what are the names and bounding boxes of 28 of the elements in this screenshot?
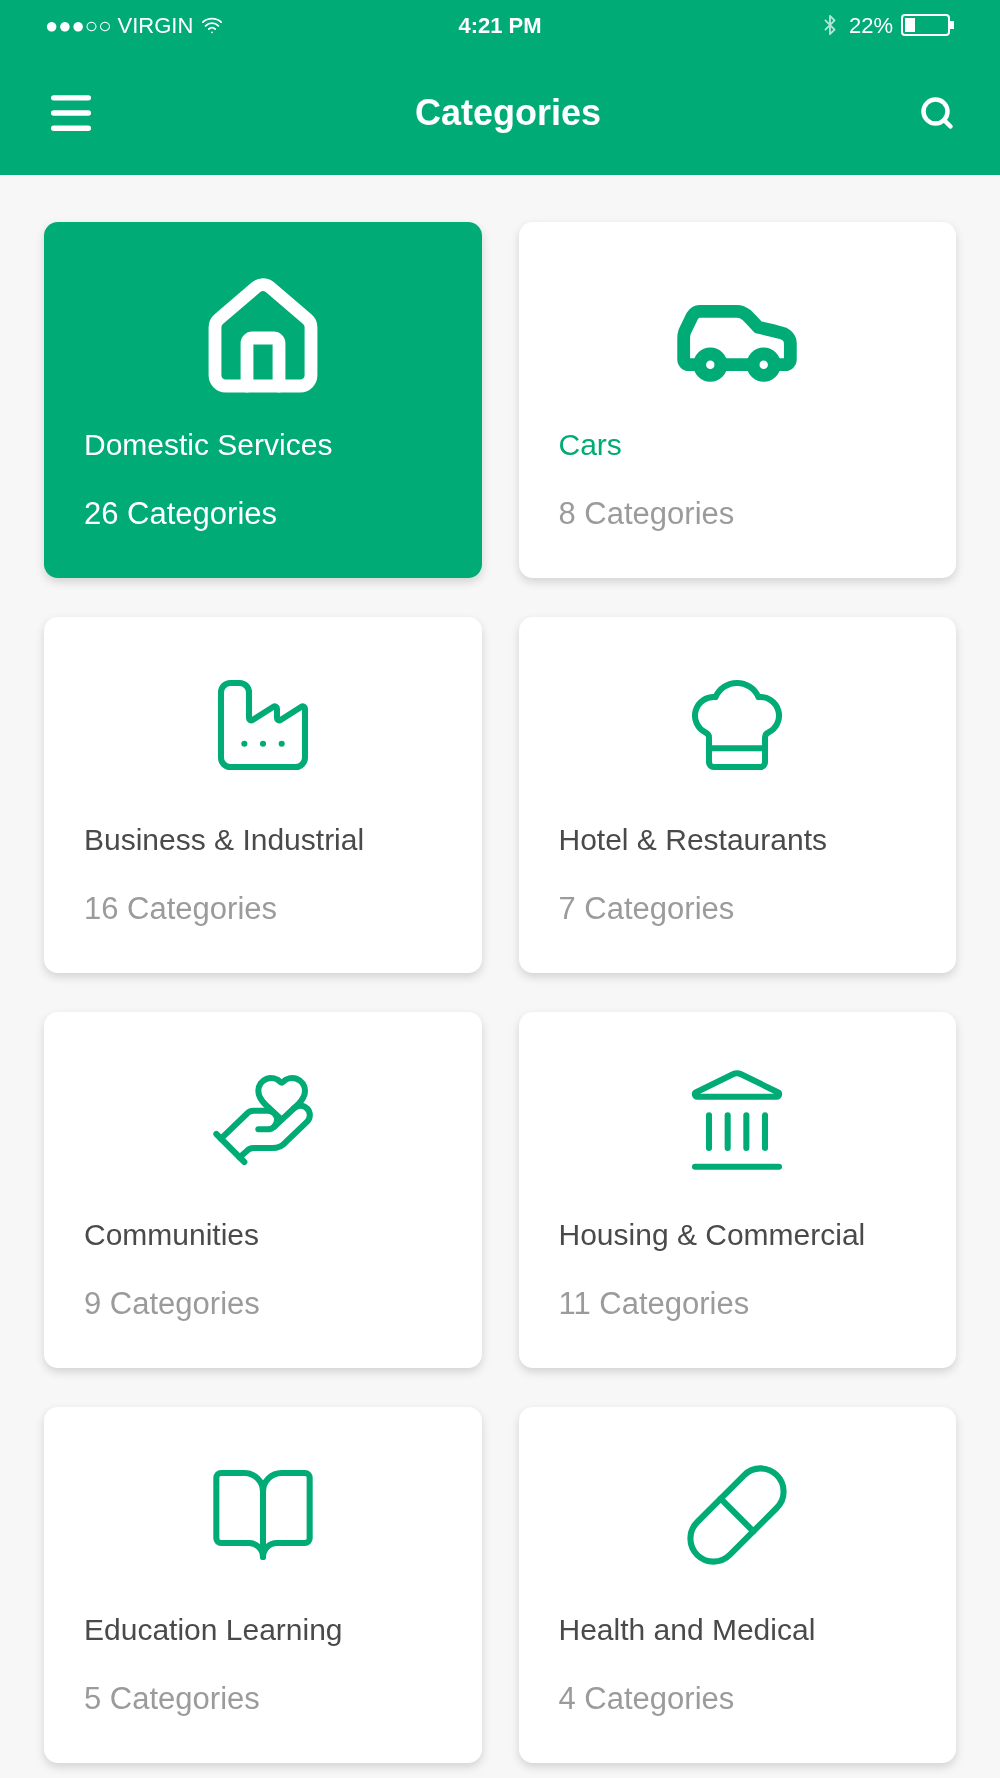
battery-icon xyxy=(901,14,955,36)
category-title: Hotel & Restaurants xyxy=(558,822,827,858)
category-card[interactable]: Health and Medical 4 Categories xyxy=(518,1407,956,1763)
category-card[interactable]: Education Learning 5 Categories xyxy=(44,1407,482,1763)
category-count: 11 Categories xyxy=(558,1285,750,1323)
category-title: Housing & Commercial xyxy=(558,1217,866,1253)
page-title: Categories xyxy=(414,90,602,135)
category-title: Business & Industrial xyxy=(84,822,365,858)
search-button[interactable] xyxy=(919,94,955,131)
category-title: Communities xyxy=(84,1217,260,1253)
category-card[interactable]: Hotel & Restaurants 7 Categories xyxy=(518,617,956,973)
category-card[interactable]: Communities 9 Categories xyxy=(44,1012,482,1368)
category-count: 26 Categories xyxy=(84,495,277,533)
status-time: 4:21 PM xyxy=(458,11,542,40)
category-card[interactable]: Business & Industrial 16 Categories xyxy=(44,617,482,973)
category-count: 16 Categories xyxy=(84,890,277,928)
battery-percent: 22% xyxy=(848,11,893,40)
category-card[interactable]: Housing & Commercial 11 Categories xyxy=(518,1012,956,1368)
category-count: 5 Categories xyxy=(84,1680,260,1718)
category-title: Domestic Services xyxy=(84,427,333,463)
category-count: 7 Categories xyxy=(558,890,735,928)
category-title: Health and Medical xyxy=(558,1612,816,1648)
category-count: 4 Categories xyxy=(558,1680,735,1718)
category-count: 8 Categories xyxy=(558,495,735,533)
category-count: 9 Categories xyxy=(84,1285,260,1323)
category-title: Education Learning xyxy=(84,1612,343,1648)
carrier-label: ●●●○○ VIRGIN xyxy=(45,11,194,40)
category-title: Cars xyxy=(558,427,622,463)
